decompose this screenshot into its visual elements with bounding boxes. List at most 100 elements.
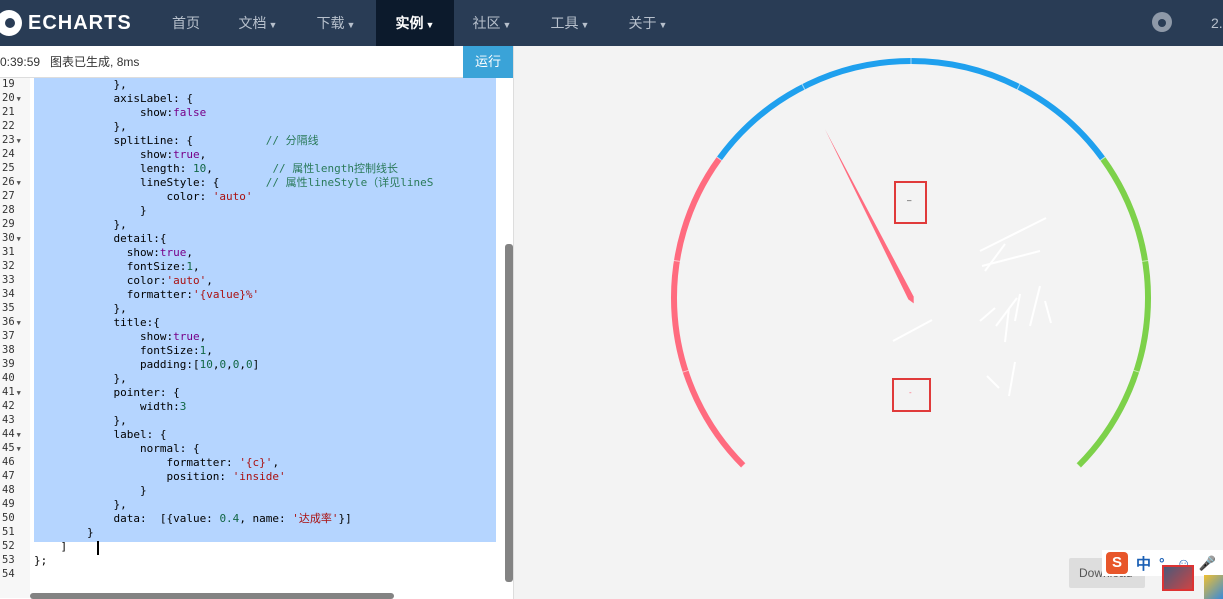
gauge-axis-segment (671, 156, 746, 468)
ime-language-toggle[interactable]: 中 (1136, 553, 1151, 574)
code-line: } (34, 484, 147, 497)
caret-down-icon: ▼ (425, 20, 435, 30)
code-line: }, (34, 372, 127, 385)
code-line: }, (34, 218, 127, 231)
code-line: }, (34, 498, 127, 511)
line-number: 26 ▼ (2, 176, 21, 188)
line-number: 23 ▼ (2, 134, 21, 146)
fold-arrow-icon[interactable]: ▼ (17, 137, 21, 145)
top-navbar: ECHARTS 首页 文档 ▼ 下载 ▼ 实例 ▼ 社区 ▼ 工具 ▼ 关于 ▼ 2. (0, 0, 1223, 46)
caret-down-icon: ▼ (580, 20, 590, 30)
code-line: title:{ (34, 316, 160, 329)
nav-docs[interactable]: 文档 ▼ (222, 0, 294, 46)
code-line: data: [{value: 0.4, name: '达成率'}] (34, 512, 352, 525)
status-time: 0:39:59 (0, 55, 41, 69)
gauge-tick-mark (979, 307, 996, 322)
vertical-scrollbar[interactable] (505, 244, 513, 582)
gauge-tick-mark (1044, 300, 1052, 324)
code-line: fontSize:1, (34, 260, 200, 273)
code-line: show:true, (34, 148, 207, 161)
gauge-chart (671, 58, 1151, 469)
fold-arrow-icon[interactable]: ▼ (17, 431, 21, 439)
line-number: 38 (2, 344, 15, 356)
line-number: 32 (2, 260, 15, 272)
run-button[interactable]: 运行 (463, 46, 513, 78)
line-number: 43 (2, 414, 15, 426)
line-number: 30 ▼ (2, 232, 21, 244)
nav-download[interactable]: 下载 ▼ (300, 0, 372, 46)
nav-examples[interactable]: 实例 ▼ (376, 0, 454, 46)
line-number: 40 (2, 372, 15, 384)
line-number: 33 (2, 274, 15, 286)
thumbnail-image[interactable] (1204, 575, 1223, 599)
fold-arrow-icon[interactable]: ▼ (17, 95, 21, 103)
code-line: color:'auto', (34, 274, 213, 287)
title-highlight-box: – (894, 181, 927, 224)
fold-arrow-icon[interactable]: ▼ (17, 179, 21, 187)
code-line: show:false (34, 106, 207, 119)
fold-arrow-icon[interactable]: ▼ (17, 389, 21, 397)
code-line: } (34, 526, 94, 539)
code-line: show:true, (34, 246, 193, 259)
caret-down-icon: ▼ (268, 20, 278, 30)
thumbnail-image[interactable] (1162, 565, 1194, 591)
line-gutter: 19 20 ▼ 21 22 23 ▼ 24 25 26 ▼ 27 28 29 30 ▼ 31 32 33 34 35 36… (0, 78, 30, 598)
code-line: } (34, 204, 147, 217)
nav-home[interactable]: 首页 (154, 0, 218, 46)
fold-arrow-icon[interactable]: ▼ (17, 445, 21, 453)
text-cursor (97, 541, 99, 555)
fold-arrow-icon[interactable]: ▼ (17, 319, 21, 327)
detail-highlight-box: - (892, 378, 931, 412)
line-number: 41 ▼ (2, 386, 21, 398)
line-number: 29 (2, 218, 15, 230)
line-number: 39 (2, 358, 15, 370)
nav-about[interactable]: 关于 ▼ (612, 0, 684, 46)
code-line: position: 'inside' (34, 470, 286, 483)
status-message: 图表已生成, 8ms (50, 55, 140, 69)
line-number: 48 (2, 484, 15, 496)
line-number: 28 (2, 204, 15, 216)
logo-text: ECHARTS (28, 11, 132, 34)
line-number: 27 (2, 190, 15, 202)
chart-preview: – - (515, 46, 1223, 599)
fold-arrow-icon[interactable]: ▼ (17, 235, 21, 243)
code-line: color: 'auto' (34, 190, 253, 203)
version-label[interactable]: 2. (1211, 0, 1223, 46)
horizontal-scrollbar[interactable] (30, 593, 394, 599)
code-line: fontSize:1, (34, 344, 213, 357)
line-number: 22 (2, 120, 15, 132)
code-editor[interactable]: 19 20 ▼ 21 22 23 ▼ 24 25 26 ▼ 27 28 29 30 ▼ 31 32 33 34 35 36… (0, 78, 513, 598)
sogou-logo-icon[interactable]: S (1106, 552, 1128, 574)
line-number: 36 ▼ (2, 316, 21, 328)
gauge-tick-mark (892, 319, 933, 342)
gauge-title: – (907, 196, 912, 205)
microphone-icon[interactable]: 🎤 (1199, 555, 1216, 572)
line-number: 46 (2, 456, 15, 468)
nav-community[interactable]: 社区 ▼ (456, 0, 528, 46)
caret-down-icon: ▼ (346, 20, 356, 30)
code-line: length: 10, // 属性length控制线长 (34, 162, 399, 175)
code-line: formatter:'{value}%' (34, 288, 260, 301)
code-line: formatter: '{c}', (34, 456, 280, 469)
code-line: label: { (34, 428, 167, 441)
code-line: pointer: { (34, 386, 180, 399)
code-line: splitLine: { // 分隔线 (34, 134, 319, 147)
caret-down-icon: ▼ (658, 20, 668, 30)
nav-tools[interactable]: 工具 ▼ (534, 0, 606, 46)
line-number: 54 (2, 568, 15, 580)
code-line: }, (34, 414, 127, 427)
code-line: detail:{ (34, 232, 167, 245)
gauge-axis-segment (716, 58, 1106, 161)
github-icon[interactable] (1152, 12, 1172, 32)
echarts-logo[interactable]: ECHARTS (0, 9, 132, 37)
line-number: 31 (2, 246, 15, 258)
line-number: 51 (2, 526, 15, 538)
code-line: axisLabel: { (34, 92, 193, 105)
caret-down-icon: ▼ (502, 20, 512, 30)
code-line: }, (34, 120, 127, 133)
code-line: }, (34, 78, 127, 91)
line-number: 50 (2, 512, 15, 524)
status-bar: 0:39:59 图表已生成, 8ms (0, 46, 463, 78)
code-line: lineStyle: { // 属性lineStyle（详见lineS (34, 176, 434, 189)
code-line: padding:[10,0,0,0] (34, 358, 260, 371)
